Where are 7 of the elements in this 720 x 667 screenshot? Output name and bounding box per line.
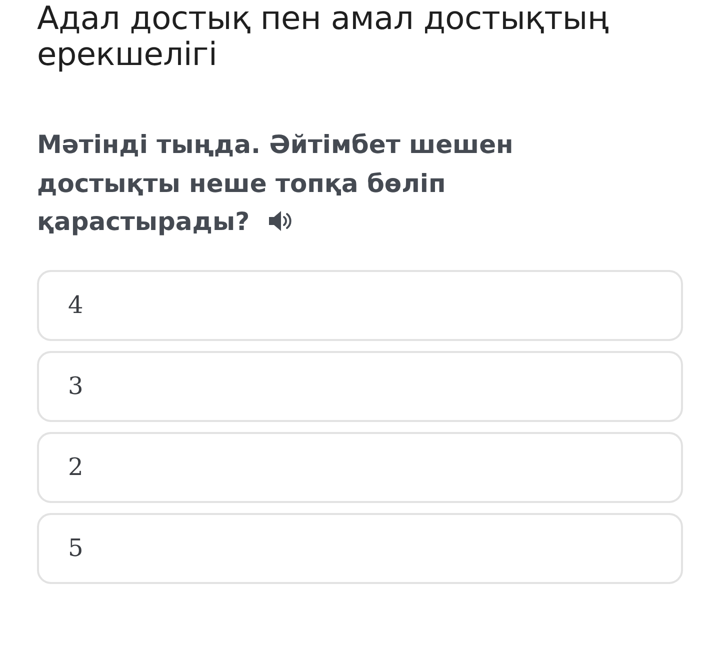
answer-option[interactable]: 2 (37, 432, 683, 502)
answer-option[interactable]: 4 (37, 270, 683, 340)
question-text: Мәтінді тыңда. Әйтімбет шешен достықты неше топқа бөліп қарастырады? (37, 129, 514, 238)
lesson-title: Адал достық пен амал достықтың ерекшелігі (37, 0, 610, 72)
answer-option[interactable]: 5 (37, 512, 683, 584)
answer-option[interactable]: 3 (37, 350, 683, 422)
speaker-icon[interactable] (268, 210, 294, 232)
